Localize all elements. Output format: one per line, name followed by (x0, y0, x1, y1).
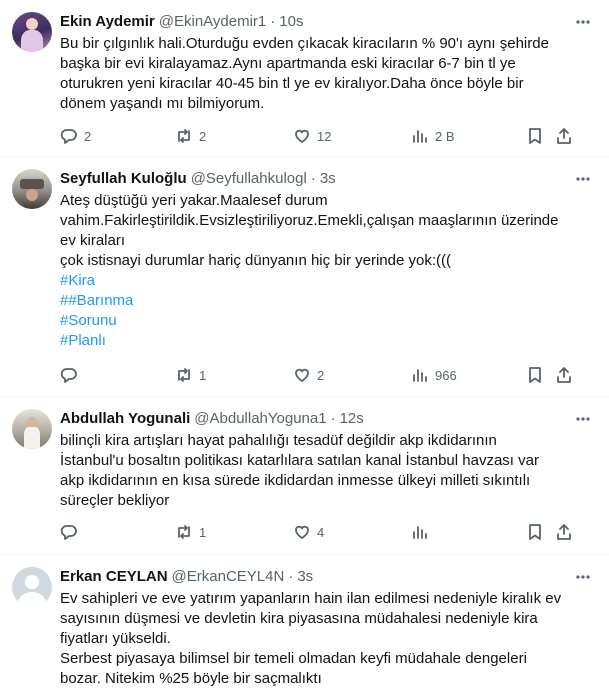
more-dots-icon[interactable] (573, 409, 593, 429)
heart-icon (295, 368, 309, 382)
action-bar: 1 2 966 (60, 365, 593, 385)
hashtag-link[interactable]: #Kira (60, 271, 593, 291)
reply-button[interactable] (60, 365, 84, 385)
heart-icon (295, 525, 309, 539)
views-button[interactable]: 966 (411, 365, 457, 385)
bookmark-button[interactable] (526, 126, 544, 146)
action-bar: 1 4 (60, 522, 593, 542)
bookmark-icon (529, 524, 541, 540)
default-avatar-head (25, 575, 39, 589)
author-handle[interactable]: @Seyfullahkulogl (191, 169, 307, 189)
retweet-count: 2 (199, 128, 207, 144)
tweet-time[interactable]: 3s (297, 567, 313, 587)
bookmark-icon (529, 367, 541, 383)
share-icon (557, 367, 571, 383)
more-dots-icon[interactable] (573, 169, 593, 189)
tweet-text-body: Ateş düştüğü yeri yakar.Maalesef durum v… (60, 192, 559, 269)
retweet-count: 1 (199, 524, 207, 540)
tweet[interactable]: Seyfullah Kuloğlu @Seyfullahkulogl · 3s … (0, 157, 609, 397)
default-avatar-shoulders (18, 592, 46, 607)
hashtag-link[interactable]: #Sorunu (60, 311, 593, 331)
bookmark-icon (529, 128, 541, 144)
separator-dot: · (310, 170, 316, 187)
tweet-time[interactable]: 3s (320, 169, 336, 189)
like-count: 4 (317, 524, 325, 540)
timeline-feed: Ekin Aydemir @EkinAydemir1 · 10s Bu bir … (0, 0, 609, 698)
tweet[interactable]: Erkan CEYLAN @ErkanCEYL4N · 3s Ev sahipl… (0, 555, 609, 698)
reply-icon (60, 525, 77, 540)
heart-icon (295, 129, 309, 143)
author-name[interactable]: Seyfullah Kuloğlu (60, 169, 187, 189)
views-count: 2 B (435, 128, 455, 144)
separator-dot: · (270, 13, 276, 30)
retweet-button[interactable]: 2 (175, 126, 206, 146)
like-button[interactable]: 4 (293, 522, 324, 542)
reply-button[interactable]: 2 (60, 126, 91, 146)
default-avatar[interactable] (12, 567, 52, 607)
reply-count: 2 (84, 128, 92, 144)
tweet-body: Seyfullah Kuloğlu @Seyfullahkulogl · 3s … (60, 169, 593, 396)
retweet-icon (178, 368, 190, 382)
bookmark-button[interactable] (526, 365, 544, 385)
share-button[interactable] (555, 126, 573, 146)
separator-dot: · (330, 410, 336, 427)
like-count: 12 (317, 128, 332, 144)
tweet-body: Ekin Aydemir @EkinAydemir1 · 10s Bu bir … (60, 12, 593, 156)
tweet-text: Bu bir çılgınlık hali.Oturduğu evden çık… (60, 35, 549, 112)
tweet-time[interactable]: 12s (340, 409, 364, 429)
tweet-text: Ev sahipleri ve eve yatırım yapanların h… (60, 590, 562, 687)
views-count: 966 (435, 367, 457, 383)
tweet-text: Ateş düştüğü yeri yakar.Maalesef durum v… (60, 191, 593, 351)
avatar[interactable] (12, 169, 52, 209)
tweet-header: Erkan CEYLAN @ErkanCEYL4N · 3s (60, 567, 593, 587)
separator-dot: · (288, 568, 294, 585)
tweet-body: Erkan CEYLAN @ErkanCEYL4N · 3s Ev sahipl… (60, 567, 593, 698)
author-name[interactable]: Erkan CEYLAN (60, 567, 168, 587)
tweet-header: Seyfullah Kuloğlu @Seyfullahkulogl · 3s (60, 169, 593, 189)
retweet-button[interactable]: 1 (175, 522, 206, 542)
more-dots-icon[interactable] (573, 567, 593, 587)
retweet-count: 1 (199, 367, 207, 383)
author-name[interactable]: Ekin Aydemir (60, 12, 155, 32)
tweet-text: bilinçli kira artışları hayat pahalılığı… (60, 432, 539, 509)
hashtag-link[interactable]: #Planlı (60, 331, 593, 351)
tweet-header: Abdullah Yogunali @AbdullahYoguna1 · 12s (60, 409, 593, 429)
share-icon (557, 128, 571, 144)
like-button[interactable]: 12 (293, 126, 331, 146)
author-handle[interactable]: @EkinAydemir1 (159, 12, 267, 32)
retweet-button[interactable]: 1 (175, 365, 206, 385)
like-count: 2 (317, 367, 325, 383)
views-chart-icon (413, 130, 427, 143)
share-button[interactable] (555, 365, 573, 385)
retweet-icon (178, 129, 190, 143)
tweet-time[interactable]: 10s (279, 12, 303, 32)
views-chart-icon (413, 526, 427, 539)
author-handle[interactable]: @ErkanCEYL4N (172, 567, 285, 587)
avatar[interactable] (12, 409, 52, 449)
tweet[interactable]: Ekin Aydemir @EkinAydemir1 · 10s Bu bir … (0, 0, 609, 157)
tweet-body: Abdullah Yogunali @AbdullahYoguna1 · 12s… (60, 409, 593, 554)
share-button[interactable] (555, 522, 573, 542)
hashtag-link[interactable]: ##Barınma (60, 291, 593, 311)
tweet-header: Ekin Aydemir @EkinAydemir1 · 10s (60, 12, 593, 32)
author-name[interactable]: Abdullah Yogunali (60, 409, 190, 429)
bookmark-button[interactable] (526, 522, 544, 542)
share-icon (557, 524, 571, 540)
reply-button[interactable] (60, 522, 84, 542)
author-handle[interactable]: @AbdullahYoguna1 (194, 409, 326, 429)
avatar[interactable] (12, 12, 52, 52)
reply-icon (60, 368, 77, 383)
retweet-icon (178, 525, 190, 539)
reply-icon (60, 129, 77, 144)
like-button[interactable]: 2 (293, 365, 324, 385)
more-dots-icon[interactable] (573, 12, 593, 32)
views-button[interactable]: 2 B (411, 126, 455, 146)
views-button[interactable] (411, 522, 435, 542)
tweet[interactable]: Abdullah Yogunali @AbdullahYoguna1 · 12s… (0, 397, 609, 555)
views-chart-icon (413, 369, 427, 382)
action-bar: 2 2 12 2 B (60, 126, 593, 146)
